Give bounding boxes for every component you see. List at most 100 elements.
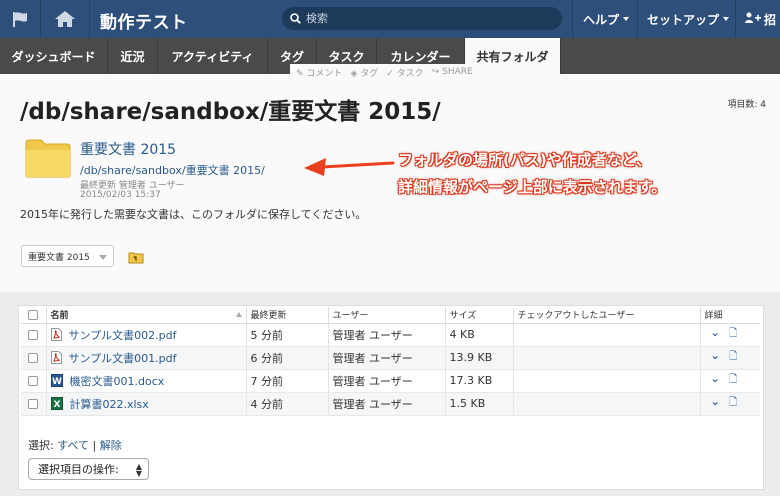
file-name-link[interactable]: サンプル文書001.pdf [69,350,177,366]
size-cell: 17.3 KB [445,369,514,393]
modified-cell: 5 分前 [246,323,329,347]
details-cell: ⌄ 🗋 [700,369,760,393]
column-header-size[interactable]: サイズ [445,307,514,324]
row-checkbox-cell[interactable] [21,392,47,416]
file-name-cell: W 機密文書001.docx [46,369,247,393]
column-header-user[interactable]: ユーザー [328,307,446,324]
folder-path-link[interactable]: /db/share/sandbox/重要文書 2015/ [80,162,265,178]
modified-cell: 7 分前 [246,369,329,393]
tab-shared-folder[interactable]: 共有フォルダ [465,38,561,74]
chevron-down-icon [723,17,730,21]
tab-recent[interactable]: 近況 [108,38,158,74]
subtab-share[interactable]: ↪ SHARE [432,67,473,77]
app-title[interactable]: 動作テスト [100,8,188,33]
pdf-file-icon [50,351,62,364]
document-icon[interactable]: 🗋 [729,351,737,362]
checked-out-cell [513,323,701,347]
file-name-link[interactable]: サンプル文書002.pdf [69,327,177,343]
tab-activity[interactable]: アクティビティ [158,38,268,74]
document-icon[interactable]: 🗋 [729,374,737,385]
home-icon[interactable] [41,0,89,38]
user-cell: 管理者 ユーザー [328,369,446,393]
document-icon[interactable]: 🗋 [729,328,737,339]
setup-menu[interactable]: セットアップ [647,0,730,38]
select-all-checkbox[interactable] [28,309,39,320]
subtab-task[interactable]: ✓ タスク [386,66,423,79]
help-menu-label: ヘルプ [583,12,620,27]
chevron-down-icon[interactable]: ⌄ [711,326,720,339]
invite-menu[interactable]: 招 [745,0,776,38]
row-checkbox[interactable] [28,376,39,386]
subtab-comment[interactable]: ✎ コメント [296,66,342,79]
table-row: サンプル文書002.pdf 5 分前 管理者 ユーザー 4 KB ⌄ 🗋 [21,323,760,347]
modified-cell: 4 分前 [246,392,329,416]
svg-text:W: W [52,377,62,387]
clear-selection-link[interactable]: 解除 [100,439,122,452]
top-navigation-bar: 動作テスト ヘルプ セットアップ 招 [0,0,780,38]
svg-text:X: X [53,400,60,410]
user-cell: 管理者 ユーザー [328,346,446,370]
selected-items-action-select[interactable]: 選択項目の操作: ▲ ▼ [28,458,149,480]
table-header-row: 名前 最終更新 ユーザー サイズ チェックアウトしたユーザー 詳細 [21,307,760,324]
chevron-down-icon[interactable]: ⌄ [711,395,720,408]
parent-folder-icon[interactable] [128,249,144,268]
comment-icon: ✎ [296,68,304,79]
modified-cell: 6 分前 [246,346,329,370]
sort-up-icon [235,312,242,318]
selection-label: 選択: [28,439,54,452]
details-cell: ⌄ 🗋 [700,392,760,416]
document-icon[interactable]: 🗋 [729,397,737,408]
size-cell: 4 KB [445,323,514,347]
subtab-tag[interactable]: ◈ タグ [350,66,378,79]
checked-out-cell [513,392,701,416]
tab-dashboard[interactable]: ダッシュボード [0,38,108,74]
folder-select[interactable]: 重要文書 2015 [21,245,114,267]
folder-select-value: 重要文書 2015 [28,252,90,263]
item-count: 項目数: 4 [727,100,766,110]
row-checkbox-cell[interactable] [21,323,47,347]
file-name-link[interactable]: 機密文書001.docx [70,373,165,389]
checked-out-cell [513,346,701,370]
select-all-link[interactable]: すべて [57,439,89,452]
file-name-link[interactable]: 計算書022.xlsx [70,396,149,412]
row-checkbox[interactable] [28,399,39,409]
flag-icon[interactable] [0,0,40,38]
updown-arrows-icon: ▲ ▼ [135,462,142,478]
chevron-down-icon [99,255,107,260]
column-header-modified[interactable]: 最終更新 [246,307,329,324]
selection-separator: | [92,439,97,452]
search-box[interactable] [282,7,562,30]
chevron-down-icon[interactable]: ⌄ [711,372,720,385]
file-name-cell: サンプル文書002.pdf [46,323,247,347]
row-checkbox[interactable] [28,330,39,340]
column-header-name[interactable]: 名前 [46,307,247,324]
details-cell: ⌄ 🗋 [700,346,760,370]
word-file-icon: W [50,374,63,387]
column-header-checked-out-by[interactable]: チェックアウトしたユーザー [513,307,701,324]
check-icon: ✓ [386,68,394,79]
column-header-details: 詳細 [700,307,760,324]
folder-name-link[interactable]: 重要文書 2015 [80,139,176,159]
row-checkbox-cell[interactable] [21,346,47,370]
excel-file-icon: X [50,397,63,410]
row-checkbox[interactable] [28,353,39,363]
row-checkbox-cell[interactable] [21,369,47,393]
setup-menu-label: セットアップ [647,12,720,27]
search-input[interactable] [306,12,546,25]
table-row: サンプル文書001.pdf 6 分前 管理者 ユーザー 13.9 KB ⌄ 🗋 [21,346,760,370]
chevron-down-icon[interactable]: ⌄ [711,349,720,362]
tag-icon: ◈ [350,68,358,79]
file-name-cell: サンプル文書001.pdf [46,346,247,370]
size-cell: 1.5 KB [445,392,514,416]
page-title: /db/share/sandbox/重要文書 2015/ [20,99,441,125]
user-cell: 管理者 ユーザー [328,323,446,347]
file-table: 名前 最終更新 ユーザー サイズ チェックアウトしたユーザー 詳細 サンプル文書… [21,307,760,416]
subtab-strip: ✎ コメント ◈ タグ ✓ タスク ↪ SHARE [290,64,479,80]
chevron-down-icon [623,17,630,21]
user-cell: 管理者 ユーザー [328,392,446,416]
folder-updated-at: 2015/02/03 15:37 [80,190,161,200]
help-menu[interactable]: ヘルプ [583,0,630,38]
selection-controls: 選択: すべて | 解除 [28,437,122,453]
search-icon [290,9,301,28]
select-all-header[interactable] [21,307,47,324]
